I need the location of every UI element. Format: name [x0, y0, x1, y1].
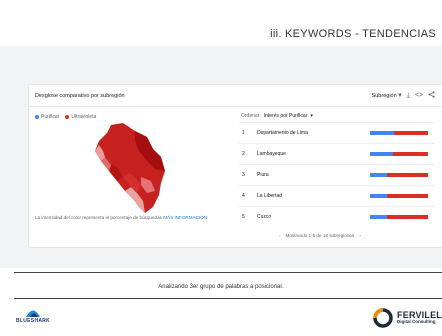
divider-line — [14, 272, 442, 273]
download-icon[interactable]: ⤓ — [407, 92, 410, 99]
legend-dot-icon — [65, 114, 70, 119]
map-note: La intensidad del color representa el po… — [35, 215, 208, 220]
subregion-row[interactable]: 5 Cuzco — [239, 206, 435, 227]
legend: Purificar Ultravioleta — [35, 114, 96, 120]
fervilel-ring-icon — [373, 308, 393, 328]
slide-title: iii. KEYWORDS - TENDENCIAS — [270, 28, 436, 40]
chevron-right-icon[interactable]: › — [359, 233, 361, 238]
share-icon[interactable] — [428, 91, 435, 100]
card-title: Desglose comparativo por subregión — [35, 93, 125, 99]
order-selector[interactable]: Ordenar: Interés por Purificar ▾ — [241, 113, 313, 119]
comparison-bar — [370, 215, 428, 219]
region-selector[interactable]: Subregión ▾ — [372, 92, 402, 99]
purificar-bar — [370, 152, 394, 156]
comparison-bar — [370, 194, 428, 198]
fervilel-logo: FERVILEL Digital Consulting — [372, 307, 442, 329]
legend-dot-icon — [35, 114, 39, 119]
subregion-row[interactable]: 1 Departamento de Lima — [239, 122, 435, 143]
chevron-left-icon[interactable]: ‹ — [279, 233, 281, 238]
card-actions: Subregión ▾ ⤓ <> — [372, 91, 435, 100]
purificar-bar — [370, 131, 395, 135]
subregion-row[interactable]: 2 Lambayeque — [239, 143, 435, 164]
purificar-bar — [370, 194, 388, 198]
comparison-bar — [370, 152, 428, 156]
subregion-row[interactable]: 4 La Libertad — [239, 185, 435, 206]
comparison-bar — [370, 173, 428, 177]
chevron-down-icon: ▾ — [398, 92, 402, 99]
card-divider — [29, 106, 442, 107]
slide-caption: Analizando 3er grupo de palabras a posic… — [158, 284, 284, 290]
chevron-down-icon: ▾ — [310, 113, 313, 119]
divider-line — [14, 298, 442, 299]
comparison-card: Desglose comparativo por subregión Subre… — [28, 84, 442, 248]
order-value: Interés por Purificar — [263, 113, 308, 119]
blueshark-logo: BLUESHARK — [16, 306, 50, 324]
pagination: ‹ Mostrando 1-5 de 18 subregiones › — [279, 233, 361, 238]
legend-item-purificar: Purificar — [35, 114, 59, 120]
region-selector-label: Subregión — [371, 93, 397, 99]
shark-fin-icon — [26, 310, 41, 317]
peru-map[interactable] — [81, 121, 177, 217]
comparison-bar — [370, 131, 428, 135]
more-info-link[interactable]: MÁS INFORMACIÓN — [163, 215, 207, 220]
embed-icon[interactable]: <> — [415, 92, 423, 99]
subregion-row[interactable]: 3 Piura — [239, 164, 435, 185]
pagination-text: Mostrando 1-5 de 18 subregiones — [285, 233, 355, 238]
legend-item-ultravioleta: Ultravioleta — [65, 114, 96, 120]
purificar-bar — [370, 173, 388, 177]
subregion-list: 1 Departamento de Lima 2 Lambayeque 3 Pi… — [239, 122, 435, 227]
purificar-bar — [370, 215, 387, 219]
